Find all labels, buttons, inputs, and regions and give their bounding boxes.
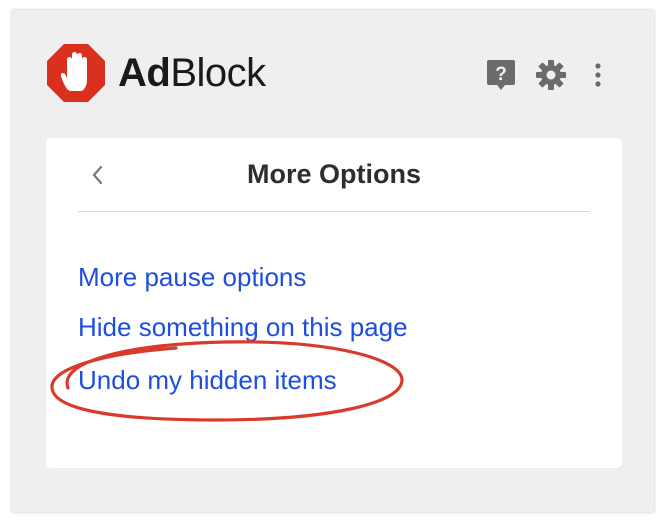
panel-header: More Options bbox=[78, 138, 590, 212]
more-pause-options-link[interactable]: More pause options bbox=[78, 260, 306, 294]
adblock-popup: AdBlock ? More Options More pause option… bbox=[12, 10, 654, 512]
kebab-menu-icon[interactable] bbox=[592, 62, 604, 88]
stop-hand-icon bbox=[47, 44, 105, 102]
svg-text:?: ? bbox=[495, 64, 507, 85]
undo-hidden-items-link[interactable]: Undo my hidden items bbox=[78, 363, 337, 397]
help-icon[interactable]: ? bbox=[486, 59, 516, 91]
panel-title: More Options bbox=[247, 159, 421, 189]
brand-name-part1: Ad bbox=[118, 51, 171, 95]
gear-icon[interactable] bbox=[536, 60, 566, 90]
hide-something-link[interactable]: Hide something on this page bbox=[78, 310, 408, 344]
more-options-panel: More Options More pause options Hide som… bbox=[46, 138, 622, 468]
brand-name: AdBlock bbox=[118, 48, 266, 98]
popup-header: AdBlock ? bbox=[12, 10, 654, 130]
brand-name-part2: Block bbox=[170, 51, 266, 95]
